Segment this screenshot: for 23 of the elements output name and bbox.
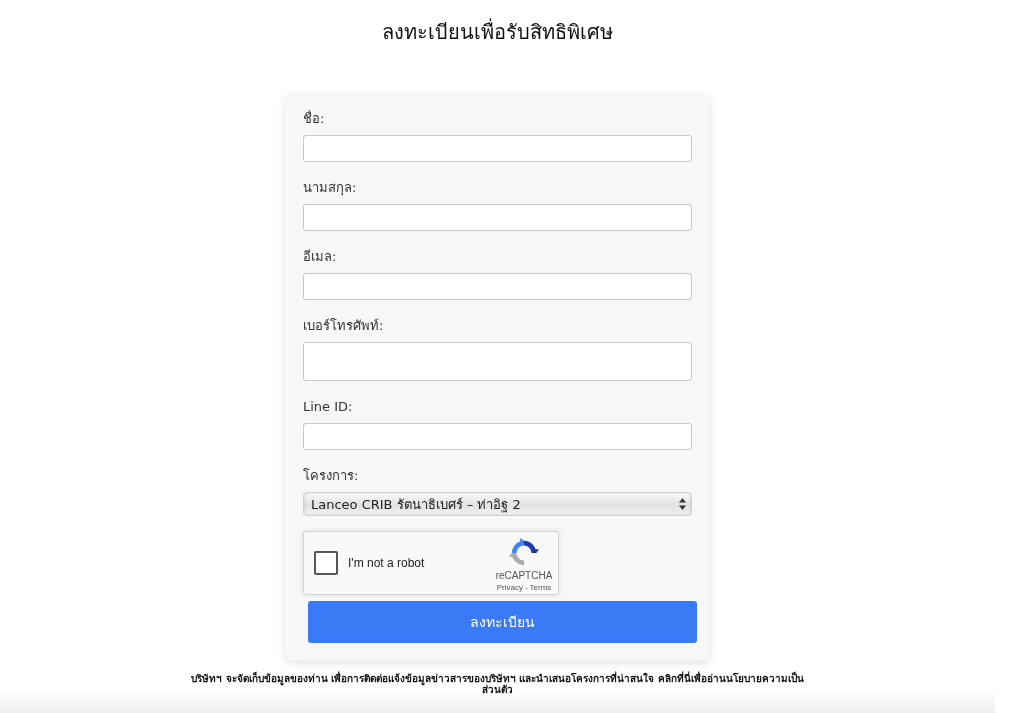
circular-arrows-icon xyxy=(509,537,539,568)
link-separator: - xyxy=(524,581,528,593)
up-down-arrows-icon xyxy=(679,498,686,510)
page-title: ลงทะเบียนเพื่อรับสิทธิพิเศษ xyxy=(382,18,613,46)
text-input-field[interactable] xyxy=(303,342,692,381)
captcha-checkbox[interactable] xyxy=(314,551,338,575)
captcha-link[interactable]: Terms xyxy=(529,581,552,593)
project-select[interactable]: Lanceo CRIB รัตนาธิเบศร์ – ท่าอิฐ 2 xyxy=(303,492,692,516)
captcha-link[interactable]: Privacy xyxy=(496,581,523,593)
text-input-field[interactable] xyxy=(303,423,692,450)
text-input-field[interactable] xyxy=(303,135,692,162)
field-label: นามสกุล: xyxy=(303,179,357,198)
privacy-notice: บริษัทฯ จะจัดเก็บข้อมูลของท่าน เพื่อการติดต่อแจ้งข้อมูลข่าวสารของบริษัทฯ และนำเสนอโครงการที่น่าสนใจ คลิกที่นี่เพื่ออ่านนโยบายความเป็นส่วนตัว xyxy=(190,673,805,695)
field-label: ชื่อ: xyxy=(303,109,325,128)
captcha-label: I'm not a robot xyxy=(348,556,426,570)
text-input-field[interactable] xyxy=(303,204,692,231)
field-label: เบอร์โทรศัพท์: xyxy=(303,317,384,335)
field-label: Line ID: xyxy=(303,398,353,416)
field-label: อีเมล: xyxy=(303,248,337,266)
field-label: โครงการ: xyxy=(303,467,359,485)
captcha-brand: reCAPTCHA xyxy=(495,569,553,582)
register-button[interactable]: ลงทะเบียน xyxy=(308,601,697,643)
text-input-field[interactable] xyxy=(303,273,692,300)
